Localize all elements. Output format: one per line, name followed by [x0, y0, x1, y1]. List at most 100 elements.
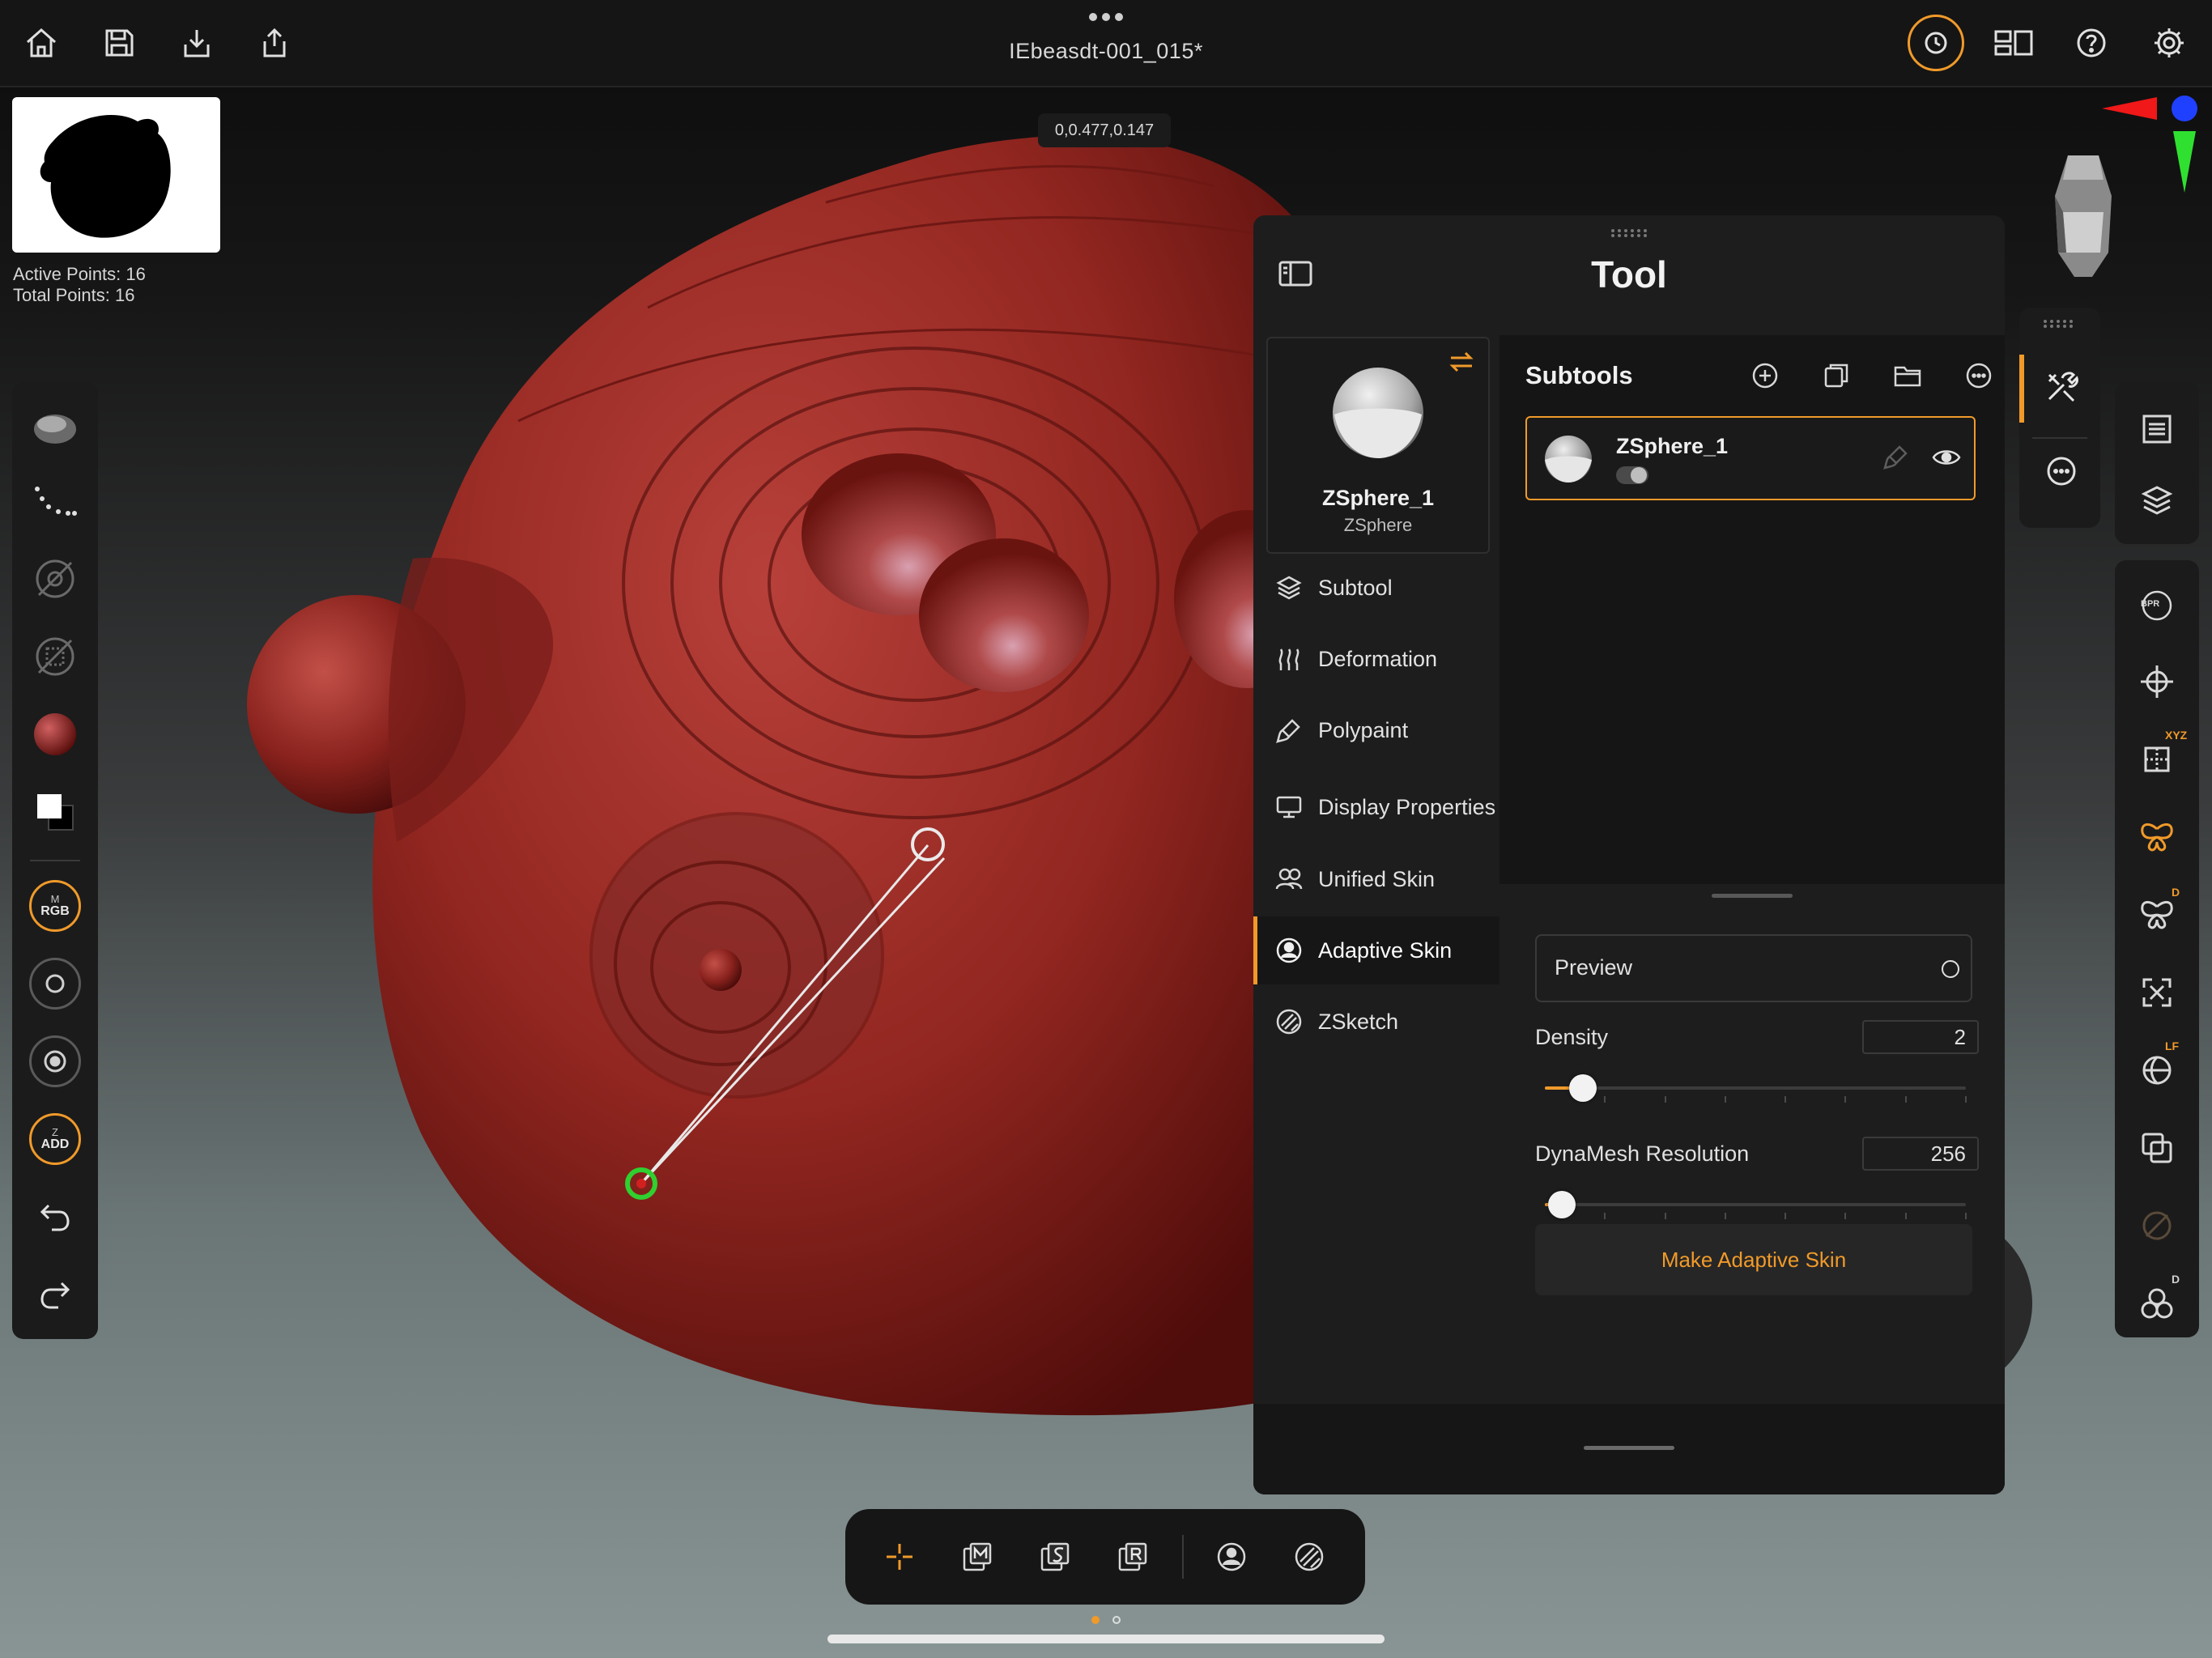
section-resize-handle[interactable]	[1712, 894, 1793, 898]
scale-icon[interactable]	[1028, 1530, 1082, 1584]
lightbox-icon[interactable]: LF	[2131, 1039, 2183, 1096]
nav-item-polypaint[interactable]: Polypaint	[1253, 696, 1499, 764]
nav-item-deformation[interactable]: Deformation	[1253, 625, 1499, 693]
dynamesh-value-field[interactable]: 256	[1862, 1137, 1979, 1171]
nav-item-label: Display Properties	[1318, 794, 1496, 819]
floor-grid-icon[interactable]: XYZ	[2131, 729, 2187, 785]
nav-item-unified-skin[interactable]: Unified Skin	[1253, 845, 1499, 913]
panel-resize-handle[interactable]	[1584, 1446, 1674, 1450]
material-sphere-icon[interactable]	[28, 708, 82, 761]
brush-preview-icon[interactable]	[28, 400, 82, 453]
ghost-icon[interactable]	[2131, 1200, 2183, 1252]
side-tab-divider	[2032, 437, 2087, 439]
slider-tick	[1604, 1213, 1606, 1219]
slider-tick	[1604, 1096, 1606, 1103]
subtool-item[interactable]: ZSphere_1	[1525, 416, 1976, 500]
layers-icon[interactable]	[2131, 474, 2183, 526]
undo-icon[interactable]	[28, 1190, 82, 1244]
move-icon[interactable]	[951, 1530, 1004, 1584]
more-dots-icon[interactable]	[1087, 11, 1125, 23]
alpha-off-icon[interactable]	[28, 552, 82, 606]
slider-tick	[1904, 1096, 1907, 1103]
tool-list-icon[interactable]	[2131, 403, 2183, 455]
radial-symmetry-icon[interactable]: D	[2131, 886, 2183, 941]
tool-wrench-icon[interactable]	[2039, 364, 2084, 410]
subtool-sphere-icon	[1543, 434, 1593, 484]
frame-icon[interactable]	[2131, 967, 2183, 1018]
drag-grip-icon[interactable]	[2042, 319, 2078, 329]
polypaint-brush-icon	[1273, 714, 1305, 746]
help-icon[interactable]	[2066, 18, 2116, 68]
page-dot-active[interactable]	[1091, 1616, 1100, 1624]
history-icon[interactable]	[1908, 15, 1964, 71]
rgb-mode-button[interactable]: M RGB	[28, 879, 82, 933]
unified-skin-icon	[1273, 863, 1305, 895]
left-toolbar: M RGB Z ADD	[12, 382, 98, 1339]
density-value-field[interactable]: 2	[1862, 1020, 1979, 1054]
nav-item-adaptive-skin[interactable]: Adaptive Skin	[1253, 916, 1499, 984]
cheek-rings	[589, 812, 884, 1099]
redo-icon[interactable]	[28, 1268, 82, 1321]
polypaint-brush-icon[interactable]	[1883, 444, 1911, 471]
dynamesh-slider[interactable]	[1545, 1191, 1967, 1219]
more-options-icon[interactable]	[1961, 358, 1997, 393]
nav-item-label: Polypaint	[1318, 717, 1409, 742]
current-tool-card[interactable]: ZSphere_1 ZSphere	[1266, 337, 1490, 554]
color-swatch-icon[interactable]	[28, 785, 82, 839]
folder-icon[interactable]	[1890, 358, 1925, 393]
focal-shift-icon[interactable]	[28, 1035, 82, 1088]
bpr-icon[interactable]: BPR	[2131, 580, 2183, 631]
draw-zsphere-icon[interactable]	[873, 1530, 926, 1584]
slider-tick	[1844, 1096, 1847, 1103]
slider-tick	[1965, 1213, 1967, 1219]
rotate-icon[interactable]	[1106, 1530, 1159, 1584]
nav-item-zsketch[interactable]: ZSketch	[1253, 988, 1499, 1056]
adaptive-skin-icon	[1273, 934, 1305, 967]
slider-tick	[1664, 1213, 1666, 1219]
settings-icon[interactable]	[2144, 18, 2194, 68]
home-indicator[interactable]	[827, 1635, 1385, 1643]
lightbox-sup: LF	[2165, 1039, 2180, 1052]
nav-item-label: Adaptive Skin	[1318, 937, 1453, 963]
slider-tick	[1784, 1096, 1787, 1103]
swap-tool-icon[interactable]	[1448, 350, 1475, 374]
panel-footer	[1253, 1404, 2005, 1494]
toolbar-divider	[30, 860, 80, 861]
adaptive-skin-icon[interactable]	[1205, 1530, 1258, 1584]
zsphere-insert-core	[636, 1179, 646, 1188]
stroke-dots-icon[interactable]	[28, 474, 82, 528]
zadd-mode-button[interactable]: Z ADD	[28, 1112, 82, 1166]
zsketch-icon	[1273, 1005, 1305, 1038]
page-dot[interactable]	[1112, 1616, 1121, 1624]
add-subtool-icon[interactable]	[1747, 358, 1783, 393]
silhouette-thumbnail[interactable]	[12, 97, 220, 253]
transparency-icon[interactable]	[2131, 1122, 2183, 1174]
nav-item-subtool[interactable]: Subtool	[1253, 554, 1499, 622]
texture-off-icon[interactable]	[28, 630, 82, 683]
active-points-text: Active Points: 16	[13, 264, 146, 284]
density-slider-knob[interactable]	[1568, 1074, 1597, 1102]
draw-size-icon[interactable]	[28, 957, 82, 1010]
make-adaptive-skin-button[interactable]: Make Adaptive Skin	[1535, 1224, 1972, 1295]
layout-icon[interactable]	[1989, 18, 2039, 68]
display-monitor-icon	[1273, 791, 1305, 823]
bottom-toolbar	[845, 1509, 1365, 1605]
subtool-toggle[interactable]	[1616, 466, 1648, 484]
symmetry-butterfly-icon[interactable]	[2131, 811, 2183, 863]
move-gizmo-icon[interactable]	[2131, 656, 2183, 708]
preview-toggle[interactable]: Preview	[1535, 934, 1972, 1002]
panel-drag-handle[interactable]	[1610, 228, 1648, 238]
nav-item-display-properties[interactable]: Display Properties	[1253, 769, 1499, 845]
duplicate-subtool-icon[interactable]	[1819, 358, 1854, 393]
nav-item-label: Subtool	[1318, 575, 1393, 600]
preview-radio-icon[interactable]	[1942, 960, 1959, 978]
dynamesh-slider-knob[interactable]	[1547, 1191, 1576, 1218]
dynamesh-label: DynaMesh Resolution	[1535, 1141, 1750, 1166]
visibility-eye-icon[interactable]	[1932, 445, 1961, 470]
view-cube-head[interactable]	[2039, 147, 2128, 285]
solo-icon[interactable]: D	[2131, 1273, 2183, 1329]
zsketch-icon[interactable]	[1283, 1530, 1336, 1584]
density-slider[interactable]	[1545, 1074, 1967, 1103]
subtools-heading: Subtools	[1525, 361, 1633, 389]
more-options-icon[interactable]	[2039, 449, 2084, 494]
